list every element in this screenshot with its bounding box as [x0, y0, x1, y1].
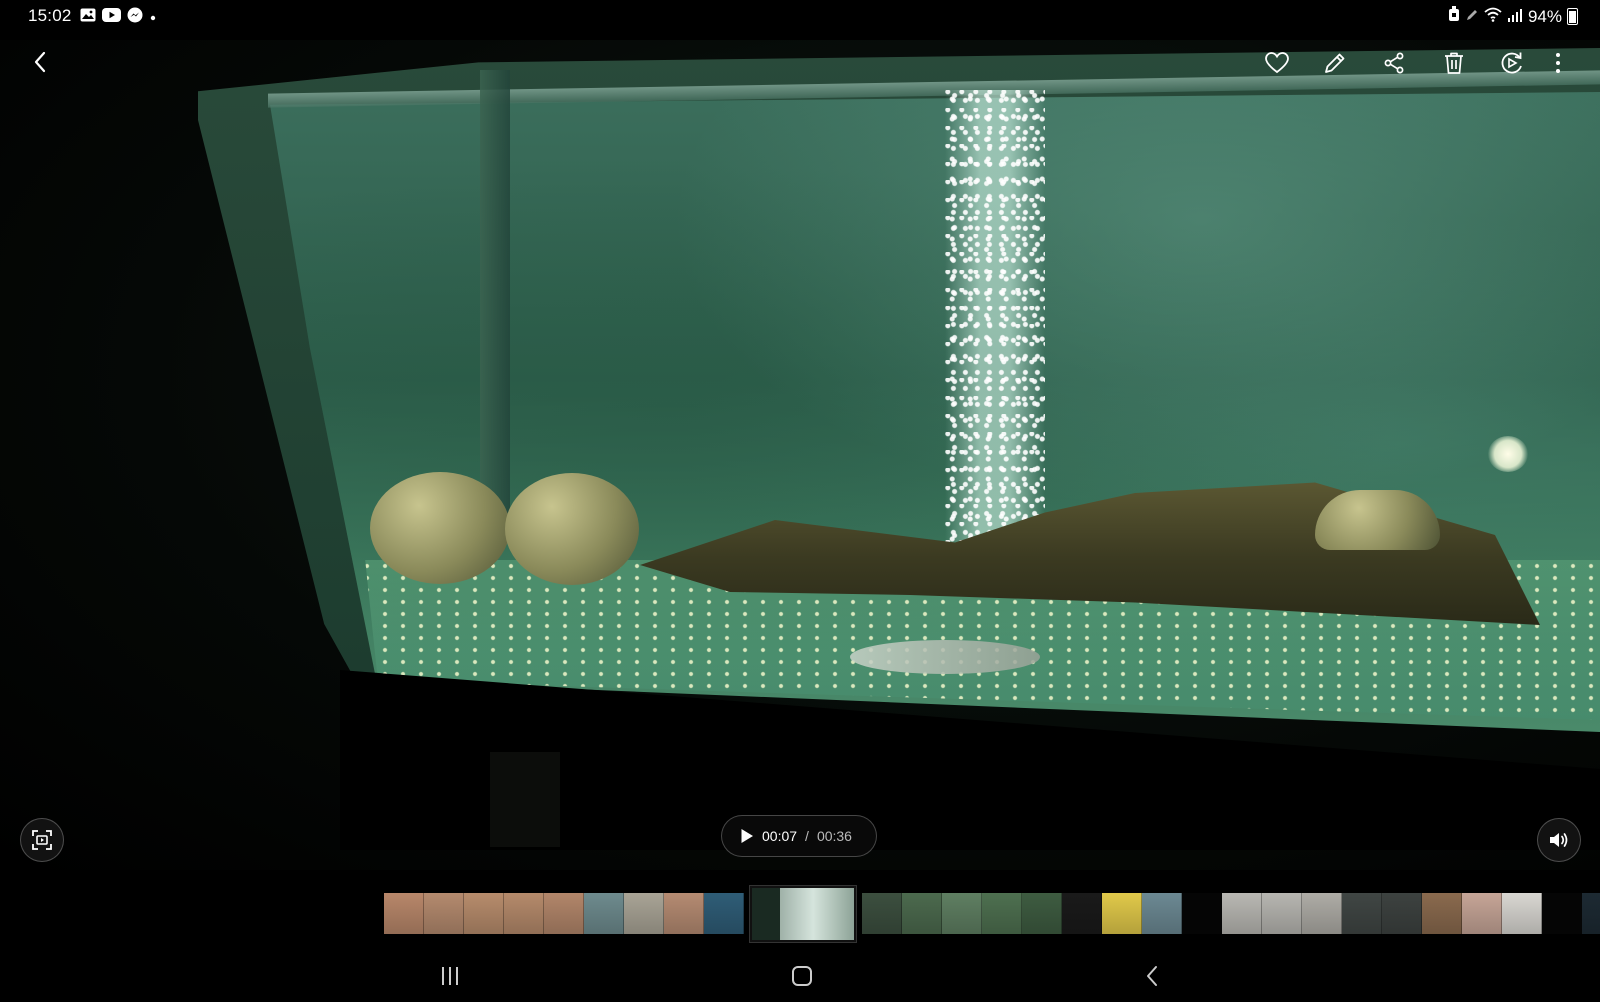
back-button[interactable] [24, 46, 56, 78]
filmstrip-thumbnail-active[interactable] [749, 884, 857, 943]
filmstrip-thumbnail[interactable] [1582, 893, 1600, 934]
volume-button[interactable] [1537, 818, 1581, 862]
volume-icon [1550, 833, 1568, 847]
current-time: 00:07 [762, 828, 798, 844]
filmstrip-thumbnail[interactable] [1382, 893, 1422, 934]
filmstrip-thumbnail[interactable] [1462, 893, 1502, 934]
recents-icon [442, 967, 458, 985]
filmstrip-thumbnail[interactable] [624, 893, 664, 934]
remaster-icon [1501, 52, 1522, 74]
filmstrip-scrubber[interactable] [384, 884, 1600, 943]
playback-pill[interactable]: 00:07 / 00:36 [721, 815, 877, 857]
filmstrip-thumbnail[interactable] [384, 893, 424, 934]
trash-icon [1445, 52, 1463, 74]
delete-button[interactable] [1437, 46, 1471, 80]
nav-back-icon [1147, 966, 1157, 986]
filmstrip-thumbnail[interactable] [464, 893, 504, 934]
rock [505, 473, 639, 585]
filmstrip-thumbnail[interactable] [584, 893, 624, 934]
filmstrip-thumbnail[interactable] [544, 893, 584, 934]
capture-icon [32, 830, 52, 850]
filmstrip-thumbnail[interactable] [1502, 893, 1542, 934]
remaster-button[interactable] [1495, 46, 1529, 80]
heart-icon [1265, 52, 1289, 74]
filmstrip-thumbnail[interactable] [504, 893, 544, 934]
time-separator: / [805, 828, 809, 844]
favorite-button[interactable] [1260, 46, 1294, 80]
home-button[interactable] [788, 962, 816, 990]
recents-button[interactable] [436, 962, 464, 990]
filmstrip-thumbnail[interactable] [942, 893, 982, 934]
nav-back-button[interactable] [1138, 962, 1166, 990]
filmstrip-thumbnail[interactable] [1422, 893, 1462, 934]
play-icon[interactable] [740, 828, 754, 844]
filmstrip-thumbnail[interactable] [704, 893, 744, 934]
share-button[interactable] [1377, 46, 1411, 80]
filmstrip-gap [1182, 893, 1222, 934]
share-icon [1384, 52, 1404, 74]
filmstrip-thumbnail[interactable] [862, 893, 902, 934]
filmstrip-thumbnail[interactable] [902, 893, 942, 934]
air-bubbles [945, 90, 1045, 550]
home-icon [792, 966, 812, 986]
filmstrip-thumbnail[interactable] [1102, 893, 1142, 934]
more-vertical-icon [1556, 53, 1560, 73]
filmstrip-thumbnail[interactable] [424, 893, 464, 934]
chevron-left-icon [34, 51, 46, 73]
light-reflection [1488, 436, 1528, 472]
fish [850, 640, 1040, 674]
filmstrip-thumbnail[interactable] [1302, 893, 1342, 934]
video-frame[interactable] [0, 0, 1600, 880]
pencil-icon [1325, 53, 1345, 73]
video-viewer-screen: 15:02 94% 00:07 / 00:36 [0, 0, 1600, 1002]
filmstrip-thumbnail[interactable] [1022, 893, 1062, 934]
filmstrip-thumbnail[interactable] [1342, 893, 1382, 934]
aquarium-divider [480, 70, 510, 530]
filmstrip-thumbnail[interactable] [1142, 893, 1182, 934]
edit-button[interactable] [1318, 46, 1352, 80]
filmstrip-thumbnail[interactable] [1062, 893, 1102, 934]
cabinet-leg [490, 752, 560, 847]
filmstrip-thumbnail[interactable] [1262, 893, 1302, 934]
filmstrip-thumbnail[interactable] [982, 893, 1022, 934]
rock [1315, 490, 1440, 550]
filmstrip-gap [1542, 893, 1582, 934]
rock [370, 472, 510, 584]
filmstrip-thumbnail[interactable] [1222, 893, 1262, 934]
filmstrip-thumbnail[interactable] [664, 893, 704, 934]
capture-frame-button[interactable] [20, 818, 64, 862]
more-options-button[interactable] [1545, 46, 1571, 80]
total-time: 00:36 [816, 828, 852, 844]
